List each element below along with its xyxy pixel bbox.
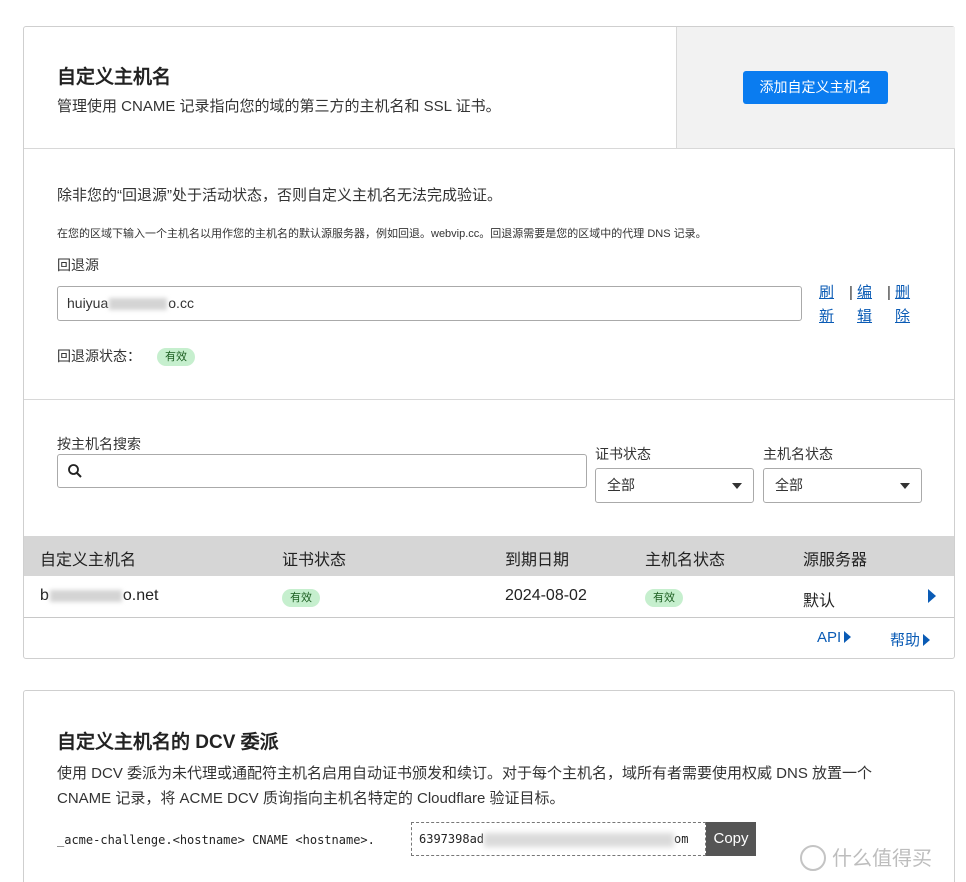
cert-status-select[interactable]: 全部: [595, 468, 754, 503]
dcv-description: 使用 DCV 委派为未代理或通配符主机名启用自动证书颁发和续订。对于每个主机名，…: [57, 765, 873, 807]
redacted-block: [109, 298, 168, 311]
dcv-target-prefix: 6397398ad: [419, 832, 485, 846]
watermark-text: 什么值得买: [832, 846, 932, 870]
edit-link-1[interactable]: 编: [857, 281, 875, 305]
fallback-label: 回退源: [57, 257, 99, 273]
column-header-hostname[interactable]: 自定义主机名: [40, 546, 136, 570]
edit-link-2[interactable]: 辑: [857, 305, 875, 329]
dcv-target-field[interactable]: 6397398ad om: [411, 822, 706, 856]
page-subtitle: 管理使用 CNAME 记录指向您的域的第三方的主机名和 SSL 证书。: [57, 98, 501, 115]
delete-link-1[interactable]: 删: [895, 281, 913, 305]
fallback-help-text: 在您的区域下输入一个主机名以用作您的主机名的默认源服务器，例如回退。webvip…: [57, 228, 707, 240]
host-status-label: 主机名状态: [763, 446, 833, 462]
copy-button[interactable]: Copy: [706, 822, 756, 856]
search-icon: [68, 464, 82, 478]
status-badge: 有效: [645, 589, 683, 607]
refresh-link-2[interactable]: 新: [819, 305, 837, 329]
fallback-value-suffix: o.cc: [168, 295, 194, 311]
page-title: 自定义主机名: [57, 67, 172, 88]
watermark: 什么值得买: [800, 842, 932, 871]
api-link-label: API: [817, 629, 842, 646]
search-input[interactable]: [57, 454, 587, 488]
fallback-value-prefix: huiyua: [67, 295, 109, 311]
hostname-prefix: b: [40, 587, 49, 604]
caret-right-icon: [923, 634, 931, 646]
expand-row-icon[interactable]: [928, 589, 936, 603]
host-status-value: 全部: [775, 477, 803, 493]
header-action-panel: 添加自定义主机名: [676, 27, 955, 149]
cert-status-value: 全部: [607, 477, 635, 493]
column-header-host-status[interactable]: 主机名状态: [645, 546, 725, 570]
api-link[interactable]: API: [817, 629, 852, 646]
cert-status-label: 证书状态: [595, 446, 651, 462]
table-row[interactable]: b o.net 有效 2024-08-02 有效 默认: [24, 576, 954, 618]
column-header-cert-status[interactable]: 证书状态: [282, 546, 346, 570]
fallback-status-label: 回退源状态：: [57, 348, 141, 364]
fallback-origin-section: 除非您的“回退源”处于活动状态，否则自定义主机名无法完成验证。 在您的区域下输入…: [24, 149, 954, 400]
status-badge: 有效: [157, 348, 195, 366]
dcv-target-suffix: om: [674, 832, 689, 846]
caret-right-icon: [844, 631, 852, 643]
watermark-logo-icon: [800, 845, 826, 871]
fallback-warning: 除非您的“回退源”处于活动状态，否则自定义主机名无法完成验证。: [57, 187, 502, 204]
filter-section: 按主机名搜索 证书状态 全部 主机名状态 全部: [24, 400, 954, 536]
custom-hostnames-card: 自定义主机名 管理使用 CNAME 记录指向您的域的第三方的主机名和 SSL 证…: [23, 26, 955, 659]
redacted-block: [49, 589, 122, 602]
redacted-block: [484, 832, 675, 847]
add-custom-hostname-button[interactable]: 添加自定义主机名: [743, 71, 888, 104]
dcv-title: 自定义主机名的 DCV 委派: [57, 732, 279, 753]
action-separator: |: [887, 284, 891, 301]
chevron-down-icon: [732, 483, 742, 489]
host-status-select[interactable]: 全部: [763, 468, 922, 503]
table-header: 自定义主机名 证书状态 到期日期 主机名状态 源服务器: [24, 536, 954, 576]
action-separator: |: [849, 284, 853, 301]
expiry-cell: 2024-08-02: [505, 587, 587, 604]
origin-cell: 默认: [803, 593, 836, 610]
hostname-cell: b o.net: [40, 587, 159, 605]
delete-link-2[interactable]: 除: [895, 305, 913, 329]
hostname-suffix: o.net: [122, 587, 159, 604]
help-link-label: 帮助: [890, 632, 921, 649]
status-badge: 有效: [282, 589, 320, 607]
fallback-status-badge-wrap: 有效: [157, 347, 195, 366]
fallback-origin-input[interactable]: huiyua o.cc: [57, 286, 802, 321]
column-header-origin[interactable]: 源服务器: [803, 546, 867, 570]
chevron-down-icon: [900, 483, 910, 489]
search-label: 按主机名搜索: [57, 436, 141, 452]
column-header-expiry[interactable]: 到期日期: [505, 546, 569, 570]
help-link[interactable]: 帮助: [890, 629, 931, 650]
host-status-cell: 有效: [645, 588, 683, 607]
refresh-link-1[interactable]: 刷: [819, 281, 837, 305]
cname-record-text: _acme-challenge.<hostname> CNAME <hostna…: [57, 833, 375, 847]
cert-status-cell: 有效: [282, 588, 320, 607]
header-section: 自定义主机名 管理使用 CNAME 记录指向您的域的第三方的主机名和 SSL 证…: [24, 27, 676, 149]
